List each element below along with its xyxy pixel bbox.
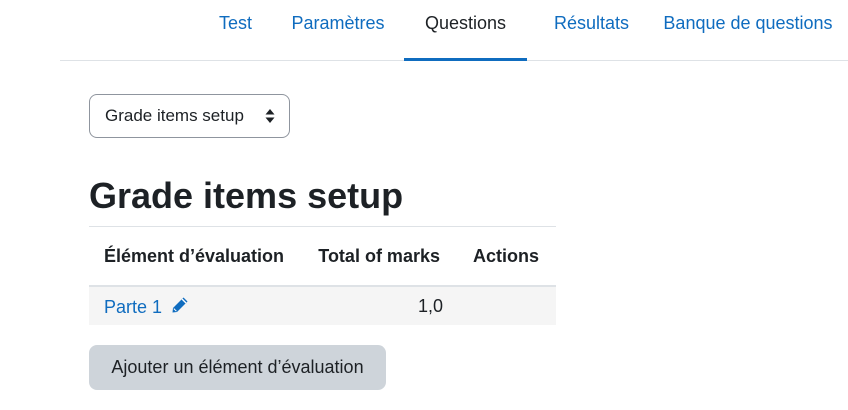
total-marks-cell: 1,0 <box>303 286 459 325</box>
select-value: Grade items setup <box>105 106 244 125</box>
tab-test[interactable]: Test <box>208 0 263 60</box>
tab-resultats[interactable]: Résultats <box>538 0 645 60</box>
page-title: Grade items setup <box>89 175 404 216</box>
table-row: Parte 1 1,0 <box>89 286 556 325</box>
pencil-edit-icon[interactable] <box>170 295 190 315</box>
grade-view-select[interactable]: Grade items setup <box>89 94 290 138</box>
page: Test Paramètres Questions Résultats Banq… <box>0 0 848 410</box>
tab-banque-de-questions[interactable]: Banque de questions <box>655 0 841 60</box>
secondary-navigation: Test Paramètres Questions Résultats Banq… <box>60 0 848 61</box>
grade-item-cell: Parte 1 <box>89 286 304 325</box>
column-header-actions: Actions <box>458 226 556 287</box>
tab-parametres[interactable]: Paramètres <box>283 0 393 60</box>
table-header-row: Élément d’évaluation Total of marks Acti… <box>89 226 556 287</box>
column-header-item: Élément d’évaluation <box>89 226 304 287</box>
tab-questions[interactable]: Questions <box>404 0 527 61</box>
column-header-total: Total of marks <box>303 226 459 287</box>
add-grade-item-button[interactable]: Ajouter un élément d’évaluation <box>89 345 386 390</box>
sort-caret-icon <box>265 109 275 123</box>
grade-item-link[interactable]: Parte 1 <box>104 297 162 317</box>
actions-cell <box>458 286 556 325</box>
grade-items-table: Élément d’évaluation Total of marks Acti… <box>89 226 556 325</box>
